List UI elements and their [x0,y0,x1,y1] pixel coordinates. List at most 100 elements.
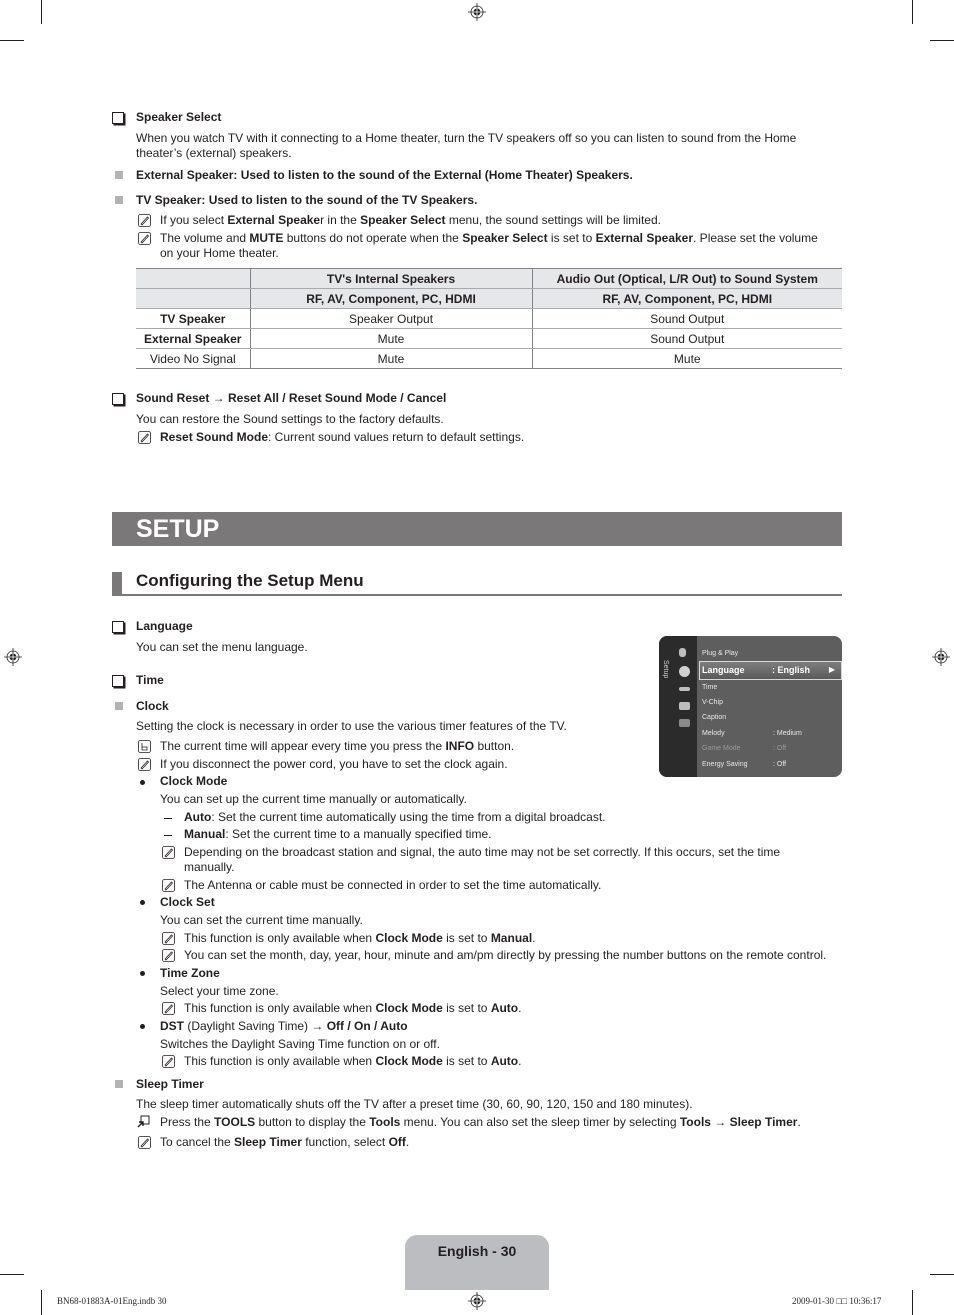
external-speaker-item: External Speaker: Used to listen to the … [136,168,633,182]
tools-button-icon [137,1115,150,1128]
note-icon [138,431,151,444]
note-text: If you select External Speaker in the Sp… [160,213,661,228]
note-text-bold: Tools → Sleep Timer [679,1115,798,1129]
menu-item-language[interactable]: Language : English ▶ [699,661,842,680]
note-text-part: . [518,1054,522,1068]
crop-mark [930,1274,954,1275]
note-text-part: This function is only available when [184,931,376,945]
menu-item-melody[interactable]: Melody [702,730,725,737]
table-cell: Mute [531,348,842,369]
menu-sidebar: Setup [659,636,697,777]
crop-mark [912,0,913,24]
setup-gear-icon [679,666,690,677]
input-icon [679,687,690,691]
table-header-cell: RF, AV, Component, PC, HDMI [531,288,842,309]
clock-mode-intro: You can set up the current time manually… [160,792,467,806]
note-text-part: This function is only available when [184,1001,376,1015]
speaker-output-table: TV's Internal Speakers Audio Out (Optica… [136,268,842,369]
registration-mark-icon [468,3,486,21]
option-auto: Auto: Set the current time automatically… [184,810,606,825]
note-text-bold: Clock Mode [375,931,443,945]
note-text: Depending on the broadcast station and s… [184,845,781,859]
note-icon [138,214,151,227]
registration-mark-icon [4,648,22,666]
bullet-icon [140,780,145,785]
note-text-bold: Speaker Select [360,213,446,227]
note-text-part: . [518,1001,522,1015]
note-text: This function is only available when Clo… [184,931,536,946]
support-icon [679,719,690,727]
note-text: The current time will appear every time … [160,739,514,754]
table-header-cell: TV's Internal Speakers [249,268,532,289]
table-row: Video No Signal Mute Mute [136,348,842,369]
note-text-bold: Tools [369,1115,401,1129]
file-slug: BN68-01883A-01Eng.indb 30 [57,1296,167,1306]
table-header-cell [136,288,250,309]
menu-item-value: : Medium [773,730,802,737]
clock-set-heading: Clock Set [160,895,215,909]
page-number-tab: English - 30 [405,1235,549,1290]
note-text-part: If you select [160,213,228,227]
menu-item-plug-and-play[interactable]: Plug & Play [702,650,738,657]
clock-intro: Setting the clock is necessary in order … [136,719,567,733]
note-text-part: button. [474,739,515,753]
table-row-label: TV Speaker [136,308,250,329]
dst-heading-text: (Daylight Saving Time) → [184,1019,327,1033]
note-text-bold: External Speaker [595,231,694,245]
setup-menu-screenshot: Setup Plug & Play Language : English ▶ T… [659,636,842,777]
tv-speaker-item: TV Speaker: Used to listen to the sound … [136,193,478,207]
note-text-bold: Reset Sound Mode [160,430,269,444]
menu-item-caption[interactable]: Caption [702,714,726,721]
option-description: : Set the current time to a manually spe… [225,827,492,841]
menu-item-label: Language [702,665,745,675]
speaker-select-heading: Speaker Select [136,110,222,124]
dst-heading-bold: DST [160,1019,184,1033]
note-icon [162,932,175,945]
section-title-bar: SETUP [112,512,842,546]
table-cell: Mute [249,328,532,349]
note-icon [162,949,175,962]
language-intro: You can set the menu language. [136,640,308,654]
note-text-bold: Auto [490,1054,519,1068]
note-text-part: To cancel the [160,1135,235,1149]
note-text-bold: Sleep Timer [234,1135,302,1149]
note-text-bold: Clock Mode [375,1001,443,1015]
option-description: : Set the current time automatically usi… [211,810,606,824]
note-text: Reset Sound Mode: Current sound values r… [160,430,524,445]
checkbox-bullet-icon [112,621,124,633]
note-text-bold: Manual [490,931,533,945]
menu-item-time[interactable]: Time [702,684,717,691]
table-cell: Sound Output [531,328,842,349]
note-text-part: : Current sound values return to default… [268,430,525,444]
note-icon [138,758,151,771]
menu-item-value: : Off [773,745,787,752]
note-text: If you disconnect the power cord, you ha… [160,757,508,771]
note-text-part: function, select [301,1135,389,1149]
note-text-part: Press the [160,1115,215,1129]
crop-mark [0,40,24,41]
note-icon [162,879,175,892]
note-text: You can set the month, day, year, hour, … [184,948,827,962]
menu-sidebar-label: Setup [662,660,669,679]
note-text-bold: Off [388,1135,406,1149]
registration-mark-icon [932,648,950,666]
table-cell: Mute [249,348,532,369]
bullet-icon [140,1024,145,1029]
table-header-row: TV's Internal Speakers Audio Out (Optica… [136,268,842,289]
table-header-row: RF, AV, Component, PC, HDMI RF, AV, Comp… [136,288,842,309]
arrow-right-icon: ▶ [828,665,835,674]
note-text-part: . Please set the volume [693,231,818,245]
note-text-part: button to display the [255,1115,370,1129]
speaker-select-intro: When you watch TV with it connecting to … [136,131,797,145]
table-row-label: External Speaker [136,328,250,349]
menu-item-energy-saving[interactable]: Energy Saving [702,761,748,768]
picture-icon [679,648,686,657]
clock-heading: Clock [136,699,169,713]
crop-mark [41,1290,42,1315]
clock-mode-heading: Clock Mode [160,774,228,788]
dst-options: Off / On / Auto [326,1019,408,1033]
menu-item-v-chip[interactable]: V-Chip [702,699,723,706]
crop-mark [41,0,42,24]
note-text-bold: Clock Mode [375,1054,443,1068]
language-heading: Language [136,619,193,633]
